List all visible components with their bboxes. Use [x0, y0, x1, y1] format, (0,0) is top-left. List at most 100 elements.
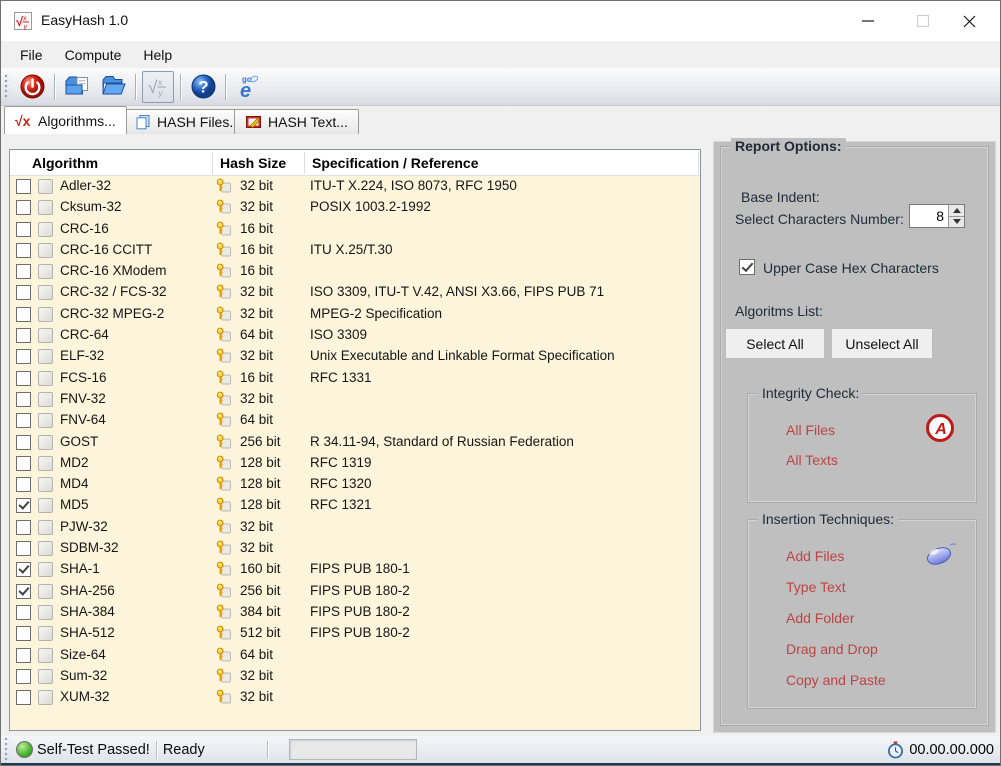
toolbar-grip[interactable] — [4, 73, 10, 100]
table-row[interactable]: Cksum-32 32 bit POSIX 1003.2-1992 — [10, 197, 700, 218]
table-row[interactable]: SHA-384 384 bit FIPS PUB 180-2 — [10, 602, 700, 623]
table-row[interactable]: MD2 128 bit RFC 1319 — [10, 453, 700, 474]
algorithm-checkbox[interactable] — [16, 647, 31, 663]
hash-size-value: 32 bit — [240, 390, 274, 406]
add-folder-link[interactable]: Add Folder — [786, 610, 854, 626]
table-row[interactable]: Sum-32 32 bit — [10, 666, 700, 687]
algorithm-indicator — [38, 221, 53, 237]
algorithm-name: FNV-32 — [60, 390, 106, 406]
tab-hash-text[interactable]: HASH Text... — [234, 109, 359, 134]
column-header-hash-size[interactable]: Hash Size — [220, 150, 286, 176]
uppercase-hex-checkbox[interactable] — [739, 259, 755, 275]
close-button[interactable] — [947, 1, 992, 41]
algorithm-checkbox[interactable] — [16, 349, 31, 365]
statusbar-grip[interactable] — [4, 736, 10, 763]
algorithm-checkbox[interactable] — [16, 690, 31, 706]
key-icon — [216, 242, 231, 257]
table-row[interactable]: CRC-16 XModem 16 bit — [10, 261, 700, 282]
algorithm-checkbox[interactable] — [16, 455, 31, 471]
table-row[interactable]: CRC-32 / FCS-32 32 bit ISO 3309, ITU-T V… — [10, 282, 700, 303]
tab-hash-files[interactable]: HASH Files... — [124, 109, 253, 134]
integrity-all-files-link[interactable]: All Files — [786, 422, 835, 438]
add-files-link[interactable]: Add Files — [786, 548, 844, 564]
table-row[interactable]: SHA-512 512 bit FIPS PUB 180-2 — [10, 623, 700, 644]
table-row[interactable]: FNV-64 64 bit — [10, 410, 700, 431]
minimize-icon — [861, 20, 874, 22]
algorithm-checkbox[interactable] — [16, 541, 31, 557]
minimize-button[interactable] — [845, 1, 890, 41]
select-all-button[interactable]: Select All — [725, 328, 825, 359]
column-separator[interactable] — [304, 152, 305, 174]
table-row[interactable]: CRC-32 MPEG-2 32 bit MPEG-2 Specificatio… — [10, 304, 700, 325]
tab-bar: √x Algorithms... HASH Files... HASH Text… — [1, 106, 1000, 134]
table-row[interactable]: Size-64 64 bit — [10, 645, 700, 666]
help-button[interactable]: ? — [187, 71, 219, 103]
algorithm-checkbox[interactable] — [16, 391, 31, 407]
algorithm-checkbox[interactable] — [16, 604, 31, 620]
table-row[interactable]: CRC-16 16 bit — [10, 219, 700, 240]
column-header-algorithm[interactable]: Algorithm — [32, 150, 98, 176]
add-files-button[interactable] — [61, 71, 93, 103]
exit-button[interactable] — [16, 71, 48, 103]
compute-button[interactable]: √ x y — [142, 70, 174, 103]
table-row[interactable]: SHA-1 160 bit FIPS PUB 180-1 — [10, 559, 700, 580]
table-row[interactable]: CRC-16 CCITT 16 bit ITU X.25/T.30 — [10, 240, 700, 261]
spinner-down-button[interactable] — [949, 215, 964, 227]
algorithm-name: PJW-32 — [60, 518, 108, 534]
table-row[interactable]: FCS-16 16 bit RFC 1331 — [10, 368, 700, 389]
table-row[interactable]: GOST 256 bit R 34.11-94, Standard of Rus… — [10, 432, 700, 453]
table-row[interactable]: MD4 128 bit RFC 1320 — [10, 474, 700, 495]
integrity-check-title: Integrity Check: — [758, 385, 864, 401]
add-folder-button[interactable] — [97, 71, 129, 103]
algorithm-checkbox[interactable] — [16, 306, 31, 322]
key-icon — [216, 668, 231, 683]
algorithm-checkbox[interactable] — [16, 498, 31, 514]
integrity-all-texts-link[interactable]: All Texts — [786, 452, 838, 468]
algorithm-indicator — [38, 477, 53, 493]
table-row[interactable]: SDBM-32 32 bit — [10, 538, 700, 559]
table-row[interactable]: MD5 128 bit RFC 1321 — [10, 495, 700, 516]
algorithm-checkbox[interactable] — [16, 668, 31, 684]
table-row[interactable]: XUM-32 32 bit — [10, 687, 700, 708]
algorithm-checkbox[interactable] — [16, 519, 31, 535]
algorithm-checkbox[interactable] — [16, 477, 31, 493]
drag-and-drop-link[interactable]: Drag and Drop — [786, 641, 878, 657]
column-separator[interactable] — [212, 152, 213, 174]
tab-algorithms[interactable]: √x Algorithms... — [4, 106, 127, 134]
unselect-all-button[interactable]: Unselect All — [831, 328, 933, 359]
spinner-up-button[interactable] — [949, 205, 964, 216]
close-icon — [963, 15, 976, 27]
table-row[interactable]: FNV-32 32 bit — [10, 389, 700, 410]
column-header-specification[interactable]: Specification / Reference — [312, 150, 479, 176]
algorithm-checkbox[interactable] — [16, 179, 31, 194]
algorithm-checkbox[interactable] — [16, 583, 31, 599]
files-icon — [136, 115, 150, 130]
spinner-value[interactable]: 8 — [910, 205, 948, 227]
algorithm-checkbox[interactable] — [16, 562, 31, 578]
menu-file[interactable]: File — [9, 43, 54, 67]
algorithm-name: GOST — [60, 433, 99, 449]
website-button[interactable]: e go — [232, 71, 264, 103]
type-text-link[interactable]: Type Text — [786, 579, 846, 595]
algorithm-checkbox[interactable] — [16, 328, 31, 344]
table-row[interactable]: PJW-32 32 bit — [10, 517, 700, 538]
menu-help[interactable]: Help — [132, 43, 183, 67]
table-row[interactable]: CRC-64 64 bit ISO 3309 — [10, 325, 700, 346]
table-row[interactable]: ELF-32 32 bit Unix Executable and Linkab… — [10, 346, 700, 367]
algorithm-checkbox[interactable] — [16, 200, 31, 216]
algorithm-checkbox[interactable] — [16, 285, 31, 301]
algorithm-checkbox[interactable] — [16, 370, 31, 386]
table-row[interactable]: Adler-32 32 bit ITU-T X.224, ISO 8073, R… — [10, 176, 700, 197]
maximize-button[interactable] — [900, 1, 945, 41]
algorithm-checkbox[interactable] — [16, 264, 31, 280]
algorithm-checkbox[interactable] — [16, 626, 31, 642]
table-row[interactable]: SHA-256 256 bit FIPS PUB 180-2 — [10, 581, 700, 602]
copy-and-paste-link[interactable]: Copy and Paste — [786, 672, 886, 688]
algorithm-checkbox[interactable] — [16, 434, 31, 450]
column-separator[interactable] — [698, 152, 699, 174]
algorithm-checkbox[interactable] — [16, 413, 31, 429]
characters-number-spinner[interactable]: 8 — [909, 204, 965, 228]
algorithm-checkbox[interactable] — [16, 221, 31, 237]
menu-compute[interactable]: Compute — [54, 43, 133, 67]
algorithm-checkbox[interactable] — [16, 242, 31, 258]
